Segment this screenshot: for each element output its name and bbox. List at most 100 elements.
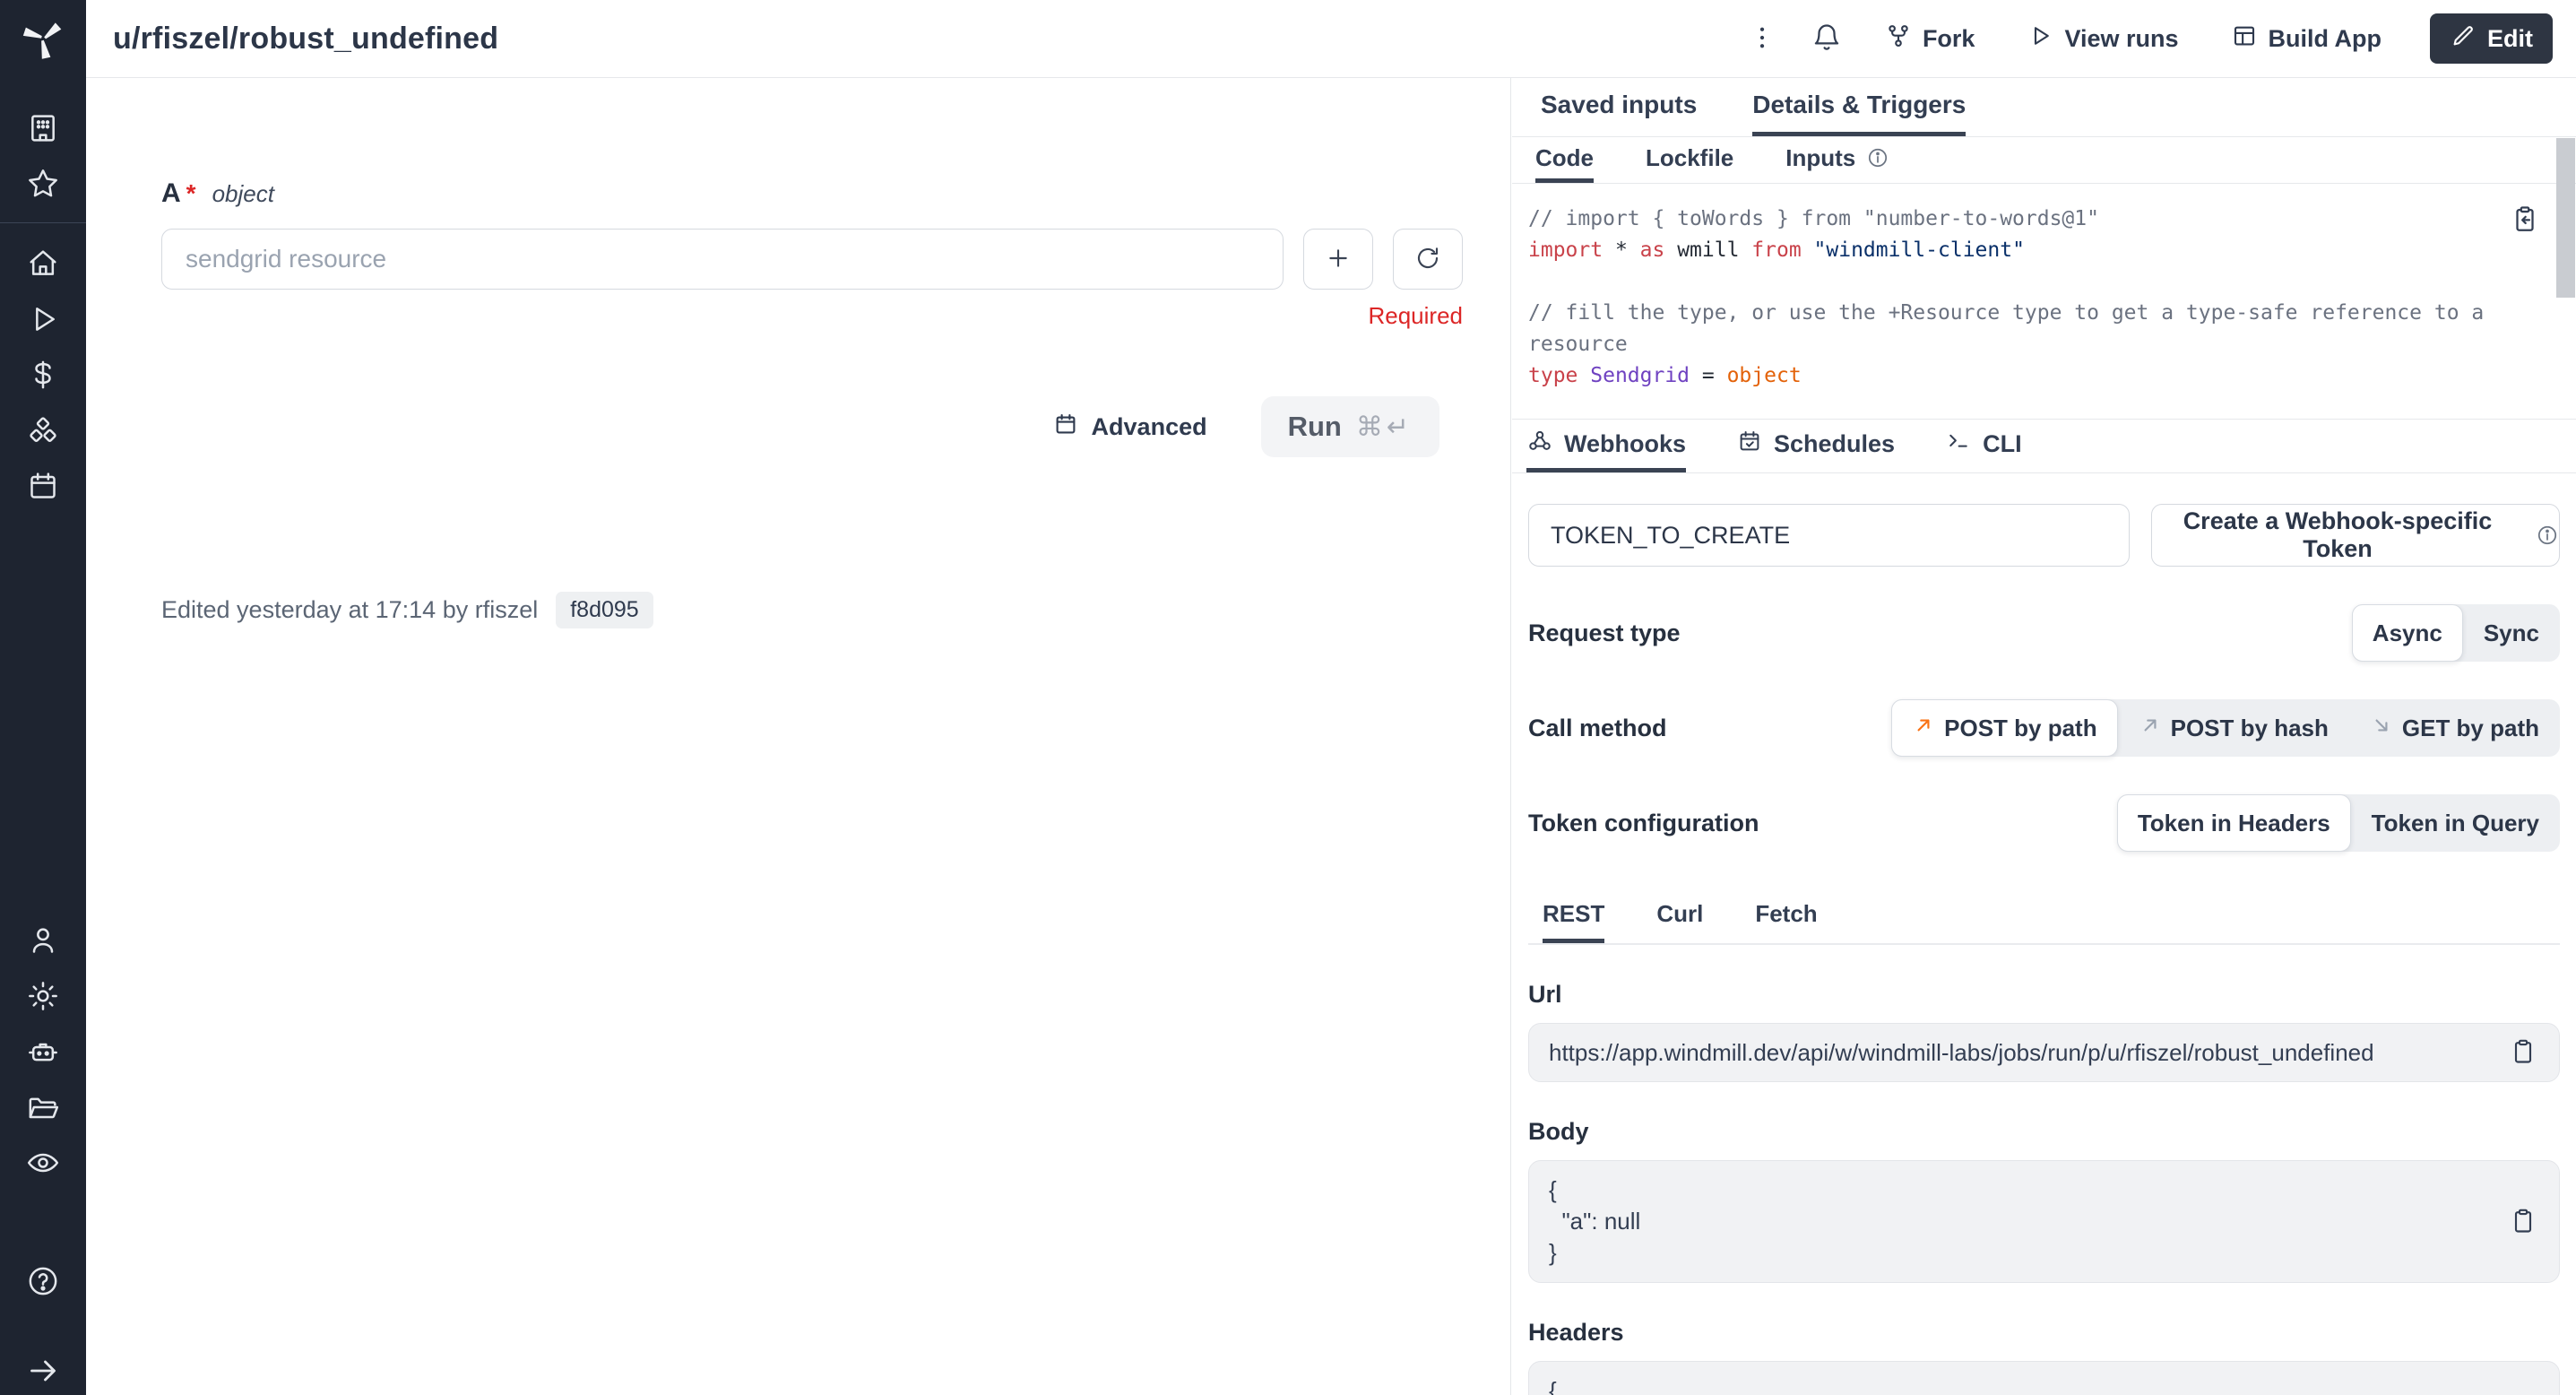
clipboard-icon — [2509, 1055, 2537, 1069]
tab-curl[interactable]: Curl — [1656, 889, 1703, 943]
field-label-row: A * object — [161, 178, 1510, 209]
sidebar-item-runs[interactable] — [0, 293, 86, 349]
token-configuration-row: Token configuration Token in Headers Tok… — [1528, 794, 2560, 852]
code-content[interactable]: // import { toWords } from "number-to-wo… — [1528, 204, 2550, 392]
tab-inputs-label: Inputs — [1785, 144, 1855, 172]
request-type-toggle: Async Sync — [2352, 604, 2560, 662]
sidebar-item-home[interactable] — [0, 238, 86, 293]
run-button[interactable]: Run ⌘↵ — [1261, 396, 1439, 457]
option-token-in-headers[interactable]: Token in Headers — [2117, 794, 2351, 852]
sidebar-item-favorites[interactable] — [0, 158, 86, 213]
option-post-by-hash[interactable]: POST by hash — [2118, 699, 2349, 757]
sidebar-item-workers[interactable] — [0, 1026, 86, 1081]
create-webhook-token-button[interactable]: Create a Webhook-specific Token — [2151, 504, 2560, 567]
notifications-button[interactable] — [1801, 13, 1853, 64]
more-menu-button[interactable] — [1736, 13, 1788, 64]
panel-scrollbar-thumb[interactable] — [2556, 138, 2575, 298]
build-app-label: Build App — [2269, 25, 2382, 53]
version-hash-badge[interactable]: f8d095 — [556, 592, 653, 628]
webhooks-section: Create a Webhook-specific Token Request … — [1512, 504, 2576, 1395]
sidebar-item-schedules[interactable] — [0, 460, 86, 516]
sidebar-item-workspace[interactable] — [0, 102, 86, 158]
body-box: { "a": null} — [1528, 1160, 2560, 1283]
option-token-in-query[interactable]: Token in Query — [2351, 794, 2560, 852]
url-label: Url — [1528, 981, 2560, 1009]
copy-code-button[interactable] — [2510, 204, 2540, 237]
windmill-logo-icon — [22, 18, 64, 59]
run-label: Run — [1288, 411, 1342, 443]
tab-details-triggers[interactable]: Details & Triggers — [1752, 78, 1966, 136]
sidebar-item-resources[interactable] — [0, 404, 86, 460]
fork-button[interactable]: Fork — [1865, 13, 1995, 64]
form-actions-row: Advanced Run ⌘↵ — [161, 396, 1463, 457]
windmill-app: u/rfiszel/robust_undefined Fork View run… — [0, 0, 2576, 1395]
edited-text: Edited yesterday at 17:14 by rfiszel — [161, 596, 538, 624]
request-type-row: Request type Async Sync — [1528, 604, 2560, 662]
detail-tabs: Code Lockfile Inputs — [1512, 137, 2576, 184]
details-panel: Saved inputs Details & Triggers Code Loc… — [1512, 78, 2576, 1395]
eye-icon — [25, 1145, 61, 1185]
tab-lockfile[interactable]: Lockfile — [1646, 137, 1733, 183]
token-row: Create a Webhook-specific Token — [1528, 504, 2560, 567]
resource-input[interactable] — [161, 229, 1284, 290]
option-sync[interactable]: Sync — [2463, 604, 2560, 662]
get-by-path-label: GET by path — [2402, 715, 2539, 742]
sidebar-item-usage[interactable] — [0, 349, 86, 404]
build-app-button[interactable]: Build App — [2211, 13, 2401, 64]
option-get-by-path[interactable]: GET by path — [2349, 699, 2560, 757]
sidebar-item-help[interactable] — [0, 1255, 86, 1311]
tab-webhooks[interactable]: Webhooks — [1526, 420, 1686, 472]
field-type: object — [212, 180, 274, 208]
arrow-up-right-icon — [2139, 714, 2162, 743]
user-icon — [25, 923, 61, 963]
pencil-icon — [2450, 22, 2477, 56]
layout-grid-icon — [2231, 22, 2258, 56]
sidebar-item-settings[interactable] — [0, 970, 86, 1026]
request-type-label: Request type — [1528, 620, 1681, 647]
view-runs-button[interactable]: View runs — [2007, 13, 2198, 64]
required-asterisk: * — [186, 179, 196, 208]
fork-icon — [1885, 22, 1912, 56]
sidebar — [0, 0, 86, 1395]
sidebar-expand[interactable] — [0, 1350, 86, 1395]
robot-icon — [25, 1034, 61, 1074]
add-resource-button[interactable] — [1303, 229, 1373, 290]
panel-tabs: Saved inputs Details & Triggers — [1512, 78, 2576, 137]
option-post-by-path[interactable]: POST by path — [1891, 699, 2117, 757]
arrow-up-right-icon — [1912, 714, 1935, 743]
post-by-hash-label: POST by hash — [2171, 715, 2329, 742]
arrow-right-icon — [25, 1353, 61, 1393]
tab-fetch[interactable]: Fetch — [1755, 889, 1817, 943]
option-async[interactable]: Async — [2352, 604, 2463, 662]
copy-body-button[interactable] — [2509, 1206, 2537, 1237]
edit-button[interactable]: Edit — [2430, 13, 2553, 64]
sidebar-item-folders[interactable] — [0, 1081, 86, 1137]
page-title: u/rfiszel/robust_undefined — [113, 22, 498, 56]
tab-rest[interactable]: REST — [1543, 889, 1604, 943]
info-icon — [1866, 146, 1889, 169]
body-json: { "a": null} — [1549, 1174, 2478, 1269]
tab-saved-inputs[interactable]: Saved inputs — [1541, 78, 1697, 136]
tab-inputs[interactable]: Inputs — [1785, 137, 1889, 183]
copy-url-button[interactable] — [2509, 1037, 2537, 1069]
refresh-button[interactable] — [1393, 229, 1463, 290]
tab-code[interactable]: Code — [1535, 137, 1594, 183]
home-icon — [25, 246, 61, 286]
sidebar-item-users[interactable] — [0, 914, 86, 970]
tab-schedules[interactable]: Schedules — [1736, 420, 1895, 472]
advanced-button[interactable]: Advanced — [1052, 411, 1207, 444]
token-input[interactable] — [1528, 504, 2130, 567]
top-bar: u/rfiszel/robust_undefined Fork View run… — [86, 0, 2576, 78]
play-icon — [25, 301, 61, 342]
post-by-path-label: POST by path — [1944, 715, 2096, 742]
bell-icon — [1811, 22, 1842, 56]
sidebar-item-audit-logs[interactable] — [0, 1137, 86, 1192]
tab-cli[interactable]: CLI — [1945, 420, 2022, 472]
clipboard-paste-icon — [2510, 223, 2540, 237]
kebab-icon — [1747, 22, 1777, 56]
terminal-icon — [1945, 428, 1972, 461]
headers-json: { "Content-Type": "application/json", "A… — [1549, 1375, 2478, 1395]
run-form-panel: A * object Required Advanced Run ⌘↵ — [86, 78, 1511, 1395]
windmill-logo[interactable] — [0, 0, 86, 77]
token-configuration-toggle: Token in Headers Token in Query — [2117, 794, 2560, 852]
